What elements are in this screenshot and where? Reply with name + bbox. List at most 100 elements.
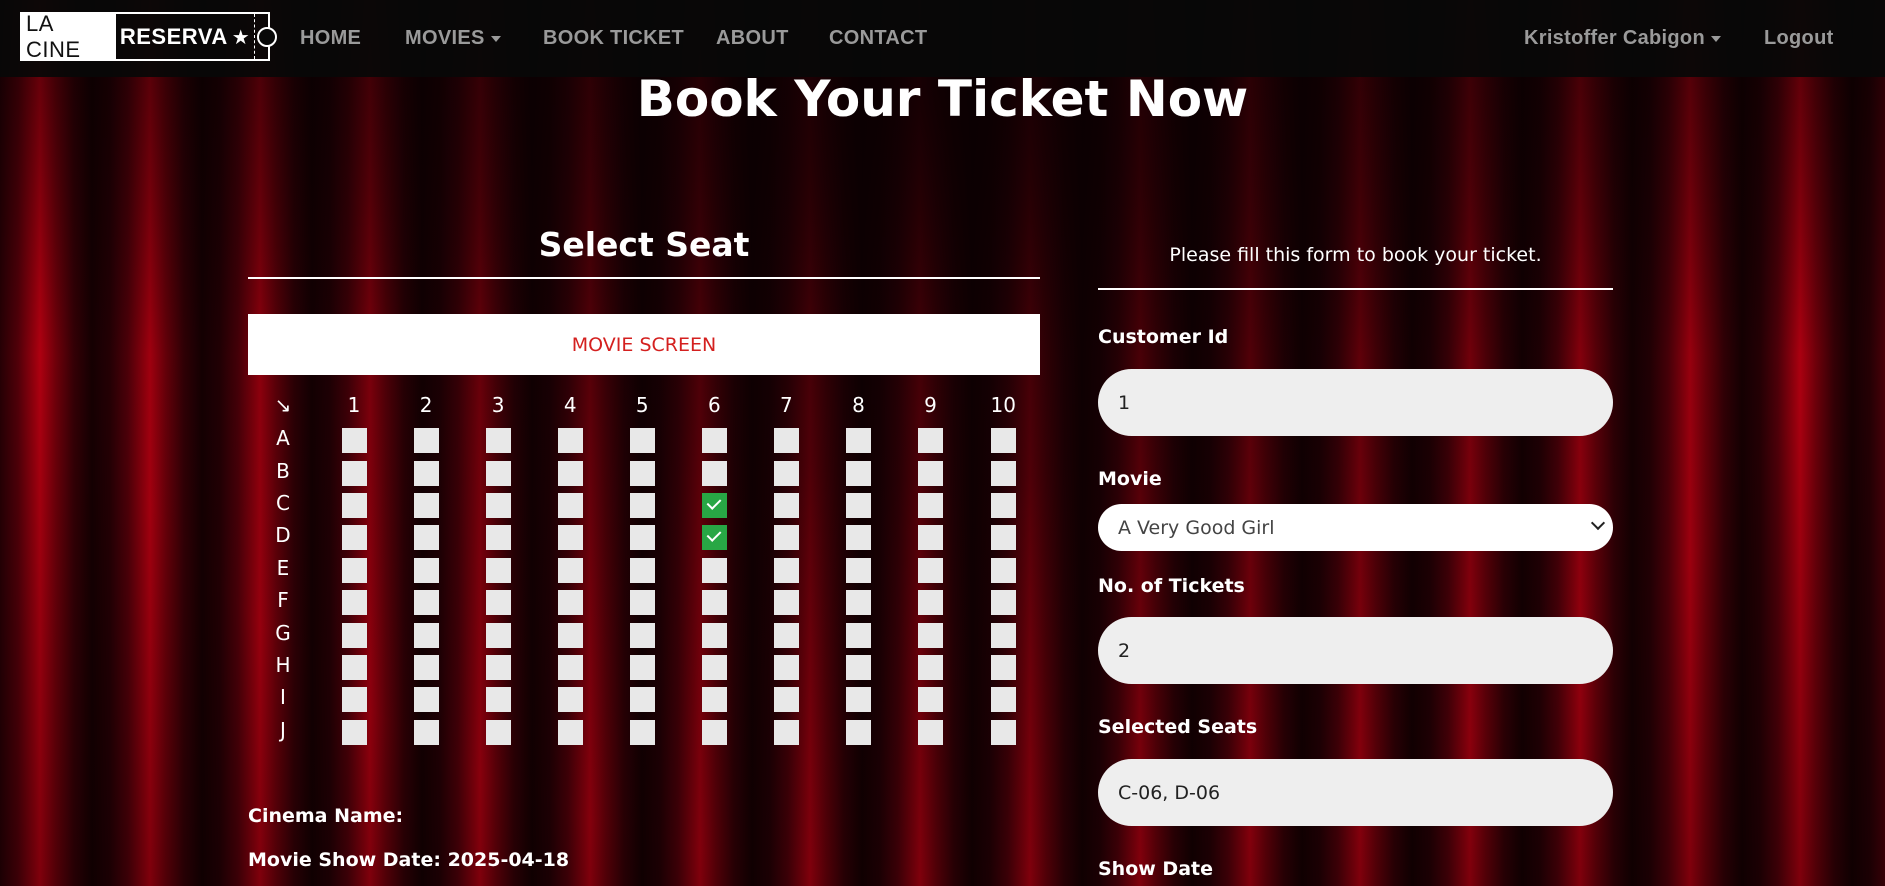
seat-checkbox-j-05[interactable] xyxy=(629,719,655,745)
seat-checkbox-c-03[interactable] xyxy=(485,492,511,518)
seat-checkbox-j-04[interactable] xyxy=(557,719,583,745)
user-menu[interactable]: Kristoffer Cabigon xyxy=(1524,27,1721,50)
seat-checkbox-j-10[interactable] xyxy=(990,719,1016,745)
seat-checkbox-f-05[interactable] xyxy=(629,590,655,616)
seat-checkbox-c-02[interactable] xyxy=(413,492,439,518)
seat-checkbox-e-05[interactable] xyxy=(629,557,655,583)
seat-checkbox-b-06[interactable] xyxy=(701,460,727,486)
seat-checkbox-c-01[interactable] xyxy=(341,492,367,518)
seat-checkbox-e-04[interactable] xyxy=(557,557,583,583)
seat-checkbox-c-05[interactable] xyxy=(629,492,655,518)
selected-seats-field[interactable]: C-06, D-06 xyxy=(1098,759,1613,826)
seat-checkbox-h-04[interactable] xyxy=(557,654,583,680)
seat-checkbox-g-08[interactable] xyxy=(845,622,871,648)
nav-home[interactable]: HOME xyxy=(300,27,361,50)
seat-checkbox-b-08[interactable] xyxy=(845,460,871,486)
seat-checkbox-g-05[interactable] xyxy=(629,622,655,648)
seat-checkbox-b-03[interactable] xyxy=(485,460,511,486)
seat-checkbox-b-09[interactable] xyxy=(918,460,944,486)
seat-checkbox-f-04[interactable] xyxy=(557,590,583,616)
seat-checkbox-j-07[interactable] xyxy=(773,719,799,745)
seat-checkbox-a-08[interactable] xyxy=(845,428,871,454)
seat-checkbox-i-04[interactable] xyxy=(557,687,583,713)
seat-checkbox-b-07[interactable] xyxy=(773,460,799,486)
seat-checkbox-e-09[interactable] xyxy=(918,557,944,583)
seat-checkbox-d-04[interactable] xyxy=(557,525,583,551)
seat-checkbox-f-01[interactable] xyxy=(341,590,367,616)
seat-checkbox-j-01[interactable] xyxy=(341,719,367,745)
seat-checkbox-f-07[interactable] xyxy=(773,590,799,616)
seat-checkbox-j-08[interactable] xyxy=(845,719,871,745)
seat-checkbox-f-02[interactable] xyxy=(413,590,439,616)
seat-checkbox-f-03[interactable] xyxy=(485,590,511,616)
seat-checkbox-a-05[interactable] xyxy=(629,428,655,454)
seat-checkbox-a-06[interactable] xyxy=(701,428,727,454)
seat-checkbox-j-06[interactable] xyxy=(701,719,727,745)
seat-checkbox-b-04[interactable] xyxy=(557,460,583,486)
seat-checkbox-b-05[interactable] xyxy=(629,460,655,486)
seat-checkbox-j-02[interactable] xyxy=(413,719,439,745)
seat-checkbox-e-01[interactable] xyxy=(341,557,367,583)
seat-checkbox-a-04[interactable] xyxy=(557,428,583,454)
seat-checkbox-c-06[interactable] xyxy=(701,492,727,518)
seat-checkbox-e-08[interactable] xyxy=(845,557,871,583)
nav-about[interactable]: ABOUT xyxy=(716,27,789,50)
seat-checkbox-c-07[interactable] xyxy=(773,492,799,518)
seat-checkbox-i-07[interactable] xyxy=(773,687,799,713)
seat-checkbox-d-08[interactable] xyxy=(845,525,871,551)
movie-select[interactable]: A Very Good Girl xyxy=(1098,504,1613,551)
seat-checkbox-g-03[interactable] xyxy=(485,622,511,648)
seat-checkbox-g-04[interactable] xyxy=(557,622,583,648)
seat-checkbox-c-10[interactable] xyxy=(990,492,1016,518)
brand-logo[interactable]: LA CINE RESERVA ★ xyxy=(20,11,278,62)
customer-id-field[interactable]: 1 xyxy=(1098,369,1613,436)
seat-checkbox-h-01[interactable] xyxy=(341,654,367,680)
nav-book-ticket[interactable]: BOOK TICKET xyxy=(543,27,684,50)
seat-checkbox-j-09[interactable] xyxy=(918,719,944,745)
seat-checkbox-a-07[interactable] xyxy=(773,428,799,454)
seat-checkbox-c-08[interactable] xyxy=(845,492,871,518)
seat-checkbox-a-03[interactable] xyxy=(485,428,511,454)
seat-checkbox-d-06[interactable] xyxy=(701,525,727,551)
seat-checkbox-h-05[interactable] xyxy=(629,654,655,680)
seat-checkbox-e-03[interactable] xyxy=(485,557,511,583)
seat-checkbox-i-09[interactable] xyxy=(918,687,944,713)
seat-checkbox-g-09[interactable] xyxy=(918,622,944,648)
logout-link[interactable]: Logout xyxy=(1764,27,1834,50)
nav-contact[interactable]: CONTACT xyxy=(829,27,927,50)
seat-checkbox-g-02[interactable] xyxy=(413,622,439,648)
seat-checkbox-h-08[interactable] xyxy=(845,654,871,680)
seat-checkbox-d-05[interactable] xyxy=(629,525,655,551)
seat-checkbox-g-07[interactable] xyxy=(773,622,799,648)
seat-checkbox-e-07[interactable] xyxy=(773,557,799,583)
seat-checkbox-a-10[interactable] xyxy=(990,428,1016,454)
seat-checkbox-c-09[interactable] xyxy=(918,492,944,518)
seat-checkbox-h-03[interactable] xyxy=(485,654,511,680)
seat-checkbox-d-03[interactable] xyxy=(485,525,511,551)
seat-checkbox-i-05[interactable] xyxy=(629,687,655,713)
seat-checkbox-h-06[interactable] xyxy=(701,654,727,680)
seat-checkbox-d-02[interactable] xyxy=(413,525,439,551)
nav-movies[interactable]: MOVIES xyxy=(405,27,501,50)
seat-checkbox-h-02[interactable] xyxy=(413,654,439,680)
seat-checkbox-a-02[interactable] xyxy=(413,428,439,454)
seat-checkbox-d-09[interactable] xyxy=(918,525,944,551)
seat-checkbox-i-06[interactable] xyxy=(701,687,727,713)
seat-checkbox-g-06[interactable] xyxy=(701,622,727,648)
seat-checkbox-i-10[interactable] xyxy=(990,687,1016,713)
seat-checkbox-a-09[interactable] xyxy=(918,428,944,454)
seat-checkbox-c-04[interactable] xyxy=(557,492,583,518)
seat-checkbox-b-01[interactable] xyxy=(341,460,367,486)
seat-checkbox-f-09[interactable] xyxy=(918,590,944,616)
seat-checkbox-d-07[interactable] xyxy=(773,525,799,551)
seat-checkbox-i-08[interactable] xyxy=(845,687,871,713)
seat-checkbox-g-10[interactable] xyxy=(990,622,1016,648)
tickets-field[interactable]: 2 xyxy=(1098,617,1613,684)
seat-checkbox-d-01[interactable] xyxy=(341,525,367,551)
seat-checkbox-e-10[interactable] xyxy=(990,557,1016,583)
seat-checkbox-i-01[interactable] xyxy=(341,687,367,713)
seat-checkbox-e-06[interactable] xyxy=(701,557,727,583)
seat-checkbox-i-02[interactable] xyxy=(413,687,439,713)
seat-checkbox-h-07[interactable] xyxy=(773,654,799,680)
seat-checkbox-g-01[interactable] xyxy=(341,622,367,648)
